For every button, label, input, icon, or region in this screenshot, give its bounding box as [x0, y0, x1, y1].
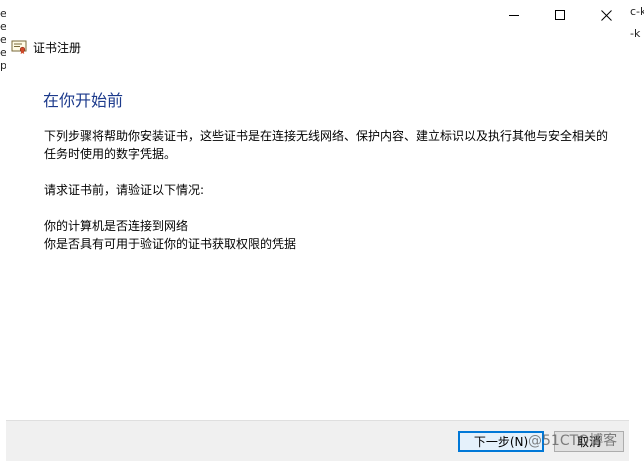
background-window-right-fragment: c-k -k — [630, 6, 644, 50]
minimize-icon — [509, 15, 519, 16]
bg-right-text: c-k — [630, 6, 644, 18]
caption-buttons — [491, 0, 629, 30]
instructions-content: 下列步骤将帮助你安装证书，这些证书是在连接无线网络、保护内容、建立标识以及执行其… — [44, 127, 614, 253]
cancel-button[interactable]: 取消 — [554, 431, 624, 452]
intro-line-2: 任务时使用的数字凭据。 — [44, 147, 177, 161]
page-heading: 在你开始前 — [43, 91, 124, 110]
bg-right-text: -k — [630, 28, 641, 40]
minimize-button[interactable] — [491, 0, 537, 30]
prerequisites-label: 请求证书前，请验证以下情况: — [44, 183, 205, 197]
certificate-enrollment-window: 证书注册 在你开始前 下列步骤将帮助你安装证书，这些证书是在连接无线网络、保护内… — [6, 0, 629, 461]
close-icon — [600, 9, 612, 21]
wizard-footer: 下一步(N) 取消 — [6, 420, 629, 461]
intro-line-1: 下列步骤将帮助你安装证书，这些证书是在连接无线网络、保护内容、建立标识以及执行其… — [44, 129, 609, 143]
certificate-icon — [11, 40, 27, 54]
maximize-button[interactable] — [537, 0, 583, 30]
next-button[interactable]: 下一步(N) — [458, 431, 544, 452]
close-button[interactable] — [583, 0, 629, 30]
window-title: 证书注册 — [33, 40, 82, 55]
condition-network: 你的计算机是否连接到网络 — [44, 219, 189, 233]
condition-credentials: 你是否具有可用于验证你的证书获取权限的凭据 — [44, 237, 297, 251]
maximize-icon — [555, 10, 565, 20]
window-title-bar: 证书注册 — [11, 38, 81, 56]
screen: e e e e p c-k -k 证书注册 在你开始前 下列步骤将帮助你安装证书… — [0, 0, 644, 461]
